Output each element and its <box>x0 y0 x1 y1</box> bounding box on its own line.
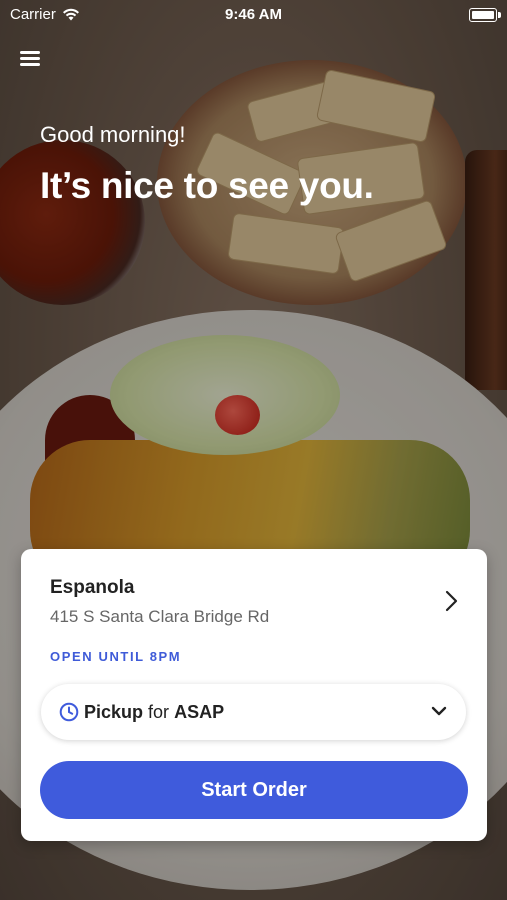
order-connector: for <box>148 702 170 722</box>
location-address: 415 S Santa Clara Bridge Rd <box>50 607 270 626</box>
status-time: 9:46 AM <box>225 6 282 23</box>
start-order-button[interactable]: Start Order <box>40 761 468 819</box>
battery-icon <box>469 8 501 22</box>
hamburger-menu-icon[interactable] <box>20 49 42 67</box>
order-mode: Pickup <box>84 702 144 722</box>
headline-text: It’s nice to see you. <box>40 165 374 206</box>
pickup-text: Pickup for ASAP <box>84 702 224 723</box>
clock-icon <box>59 702 79 722</box>
location-card: Espanola 415 S Santa Clara Bridge Rd OPE… <box>21 549 487 841</box>
pickup-time-selector[interactable]: Pickup for ASAP <box>41 684 466 740</box>
chevron-right-icon[interactable] <box>441 589 461 613</box>
greeting-text: Good morning! <box>40 122 186 147</box>
hours-label: OPEN UNTIL 8PM <box>50 649 182 664</box>
order-time: ASAP <box>174 702 225 722</box>
location-name: Espanola <box>50 577 135 598</box>
status-bar: Carrier 9:46 AM <box>0 0 507 30</box>
chevron-down-icon <box>431 706 447 716</box>
